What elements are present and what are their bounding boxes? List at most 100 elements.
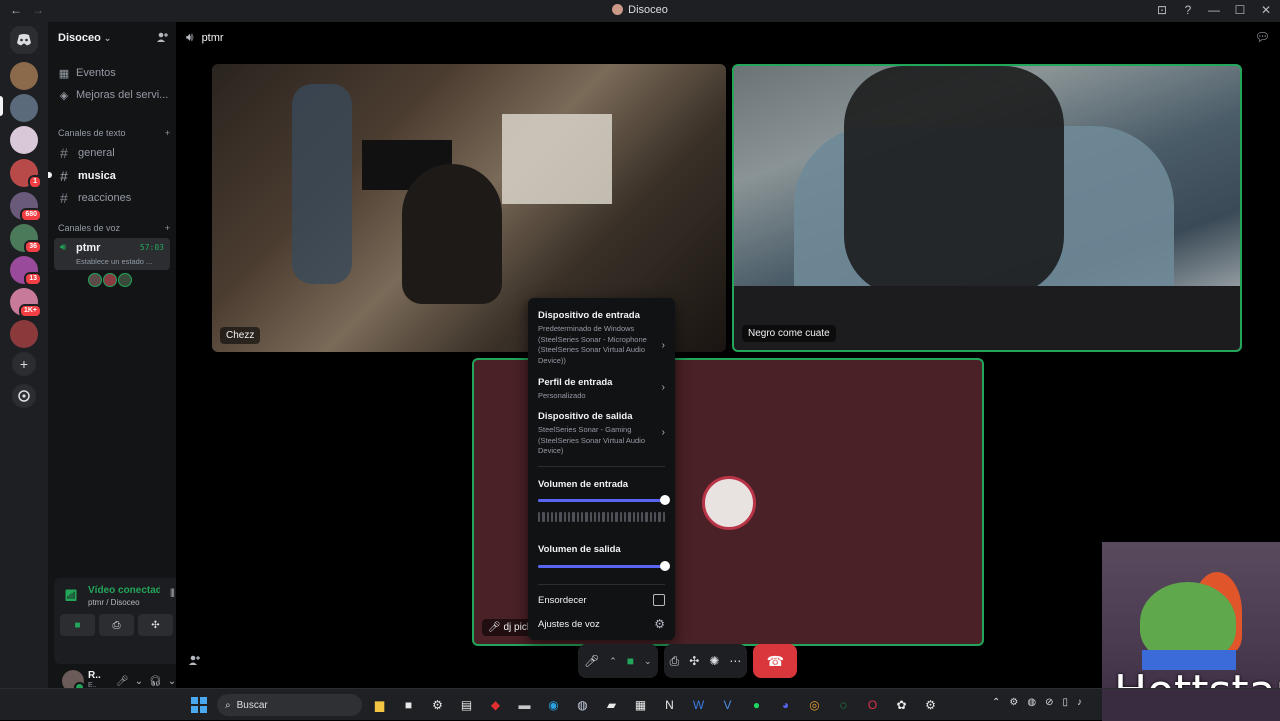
steelseries-gg-icon[interactable]: ⚙ <box>921 695 940 714</box>
calendar-icon[interactable]: ▦ <box>631 695 650 714</box>
opera-icon[interactable]: O <box>863 695 882 714</box>
output-volume-slider[interactable] <box>538 560 670 572</box>
tray-icon[interactable]: ⊘ <box>1045 697 1053 708</box>
server-5[interactable]: 680 <box>10 192 42 222</box>
signal-icon[interactable]: 📶︎ <box>64 589 78 602</box>
tray-icon[interactable]: ♪ <box>1077 697 1082 708</box>
voice-channel-ptmr[interactable]: 🔊︎ ptmr 57:03 Establece un estado ... <box>54 238 170 270</box>
meter-bar <box>628 512 631 522</box>
file-explorer-icon[interactable]: ▆ <box>370 695 389 714</box>
tray-icon[interactable]: ⌃ <box>992 697 1000 708</box>
events-link[interactable]: ▦ Eventos <box>58 64 170 82</box>
server-3[interactable] <box>10 126 38 154</box>
add-channel-icon[interactable]: + <box>165 223 170 233</box>
invite-people-icon[interactable] <box>156 31 168 46</box>
camera-button[interactable]: ■ <box>60 614 95 636</box>
screen-share-button[interactable]: ⎙ <box>670 654 680 669</box>
start-button[interactable] <box>191 697 207 713</box>
video-frame-shape <box>292 84 352 284</box>
notion-icon[interactable]: N <box>660 695 679 714</box>
voice-category-label: Canales de voz <box>58 223 121 233</box>
tray-icon[interactable]: ⚙ <box>1009 697 1018 708</box>
server-6[interactable]: 36 <box>10 224 42 254</box>
discord-icon[interactable]: ◕ <box>776 695 795 714</box>
minimize-button[interactable]: — <box>1208 2 1220 18</box>
member-avatar[interactable] <box>118 273 132 287</box>
chatgpt-icon[interactable]: ✿ <box>892 695 911 714</box>
invite-to-voice-icon[interactable] <box>188 654 200 669</box>
activities-button[interactable]: ✣ <box>138 614 173 636</box>
store-icon[interactable]: ■ <box>399 695 418 714</box>
voice-channels-category[interactable]: Canales de voz + <box>58 223 170 233</box>
red-diamond-icon[interactable]: ◆ <box>486 695 505 714</box>
add-server-button[interactable]: + <box>12 352 36 376</box>
system-tray: ⌃ ⚙ ◍ ⊘ ▯ ♪ <box>992 697 1082 708</box>
app-icon[interactable]: ▤ <box>457 695 476 714</box>
set-status-prompt[interactable]: Establece un estado ... <box>76 257 152 266</box>
explore-servers-button[interactable] <box>12 384 36 408</box>
channel-general[interactable]: # general <box>54 143 170 163</box>
tray-icon[interactable]: ▯ <box>1062 697 1068 708</box>
headphones-icon[interactable]: 🎧︎ <box>149 676 162 687</box>
server-8[interactable]: 1K+ <box>10 288 42 318</box>
noise-suppression-icon[interactable]: ⦀ <box>170 588 175 601</box>
output-device-item[interactable]: Dispositivo de salida SteelSeries Sonar … <box>538 411 665 457</box>
add-channel-icon[interactable]: + <box>165 128 170 138</box>
screen-share-button[interactable]: ⎙ <box>99 614 134 636</box>
microphone-icon[interactable]: 🎤︎ <box>116 676 129 687</box>
whatsapp-icon[interactable]: ◌ <box>834 695 853 714</box>
steelseries-icon[interactable]: ⚙ <box>428 695 447 714</box>
server-1[interactable] <box>10 62 38 90</box>
activities-button[interactable]: ✣ <box>689 654 699 668</box>
slider-handle[interactable] <box>660 561 670 571</box>
server-7[interactable]: 13 <box>10 256 42 286</box>
voice-settings-row[interactable]: Ajustes de voz ⚙ <box>538 617 665 631</box>
direct-messages-button[interactable] <box>10 26 38 54</box>
microphone-button[interactable]: 🎤︎ <box>584 654 599 668</box>
server-boosts-link[interactable]: ◈ Mejoras del servi... <box>58 86 170 104</box>
edge-icon[interactable]: ◉ <box>544 695 563 714</box>
chevron-up-icon[interactable]: ⌃ <box>609 656 617 667</box>
help-icon[interactable]: ? <box>1182 2 1194 18</box>
more-options-button[interactable]: ⋯ <box>729 654 741 668</box>
soundboard-button[interactable]: ✺ <box>709 654 719 668</box>
connection-location[interactable]: ptmr / Disoceo <box>88 598 140 607</box>
maximize-button[interactable]: ☐ <box>1234 2 1246 18</box>
server-disoceo[interactable] <box>10 94 38 122</box>
server-4[interactable]: 1 <box>10 159 42 189</box>
video-tile-negro-come-cuate[interactable]: Negro come cuate <box>732 64 1242 352</box>
server-avatar <box>10 320 38 348</box>
deafen-checkbox[interactable] <box>653 594 665 606</box>
camera-button[interactable]: ■ <box>627 654 634 668</box>
input-device-item[interactable]: Dispositivo de entrada Predeterminado de… <box>538 310 665 366</box>
vpn-icon[interactable]: V <box>718 695 737 714</box>
nvidia-icon[interactable]: ▰ <box>602 695 621 714</box>
chevron-down-icon[interactable]: ⌄ <box>135 676 143 687</box>
deafen-row[interactable]: Ensordecer <box>538 595 665 606</box>
input-profile-item[interactable]: Perfil de entrada Personalizado › <box>538 377 665 402</box>
guild-header[interactable]: Disoceo ⌄ <box>48 22 176 54</box>
disconnect-button[interactable]: ☎︎ <box>753 644 798 678</box>
tray-icon[interactable]: ◍ <box>1027 697 1036 708</box>
channel-reacciones[interactable]: # reacciones <box>54 188 170 208</box>
video-frame-shape <box>734 286 1240 350</box>
inbox-icon[interactable]: ⊡ <box>1156 2 1168 18</box>
notepad-icon[interactable]: ▬ <box>515 695 534 714</box>
chrome-icon[interactable]: ◎ <box>805 695 824 714</box>
channel-musica[interactable]: # musica <box>54 166 170 186</box>
close-button[interactable]: ✕ <box>1260 2 1272 18</box>
chevron-down-icon[interactable]: ⌄ <box>644 656 652 667</box>
input-volume-slider[interactable] <box>538 494 670 506</box>
text-channels-category[interactable]: Canales de texto + <box>58 128 170 138</box>
taskbar-search[interactable]: ⌕ Buscar <box>217 694 362 716</box>
slider-handle[interactable] <box>660 495 670 505</box>
steam-icon[interactable]: ◍ <box>573 695 592 714</box>
word-icon[interactable]: W <box>689 695 708 714</box>
server-9[interactable] <box>10 320 38 348</box>
spotify-icon[interactable]: ● <box>747 695 766 714</box>
meter-bar <box>568 512 571 522</box>
member-avatar[interactable] <box>103 273 117 287</box>
chat-bubble-icon[interactable]: 💬︎ <box>1255 30 1270 44</box>
member-avatar[interactable] <box>88 273 102 287</box>
chevron-down-icon[interactable]: ⌄ <box>168 676 176 687</box>
